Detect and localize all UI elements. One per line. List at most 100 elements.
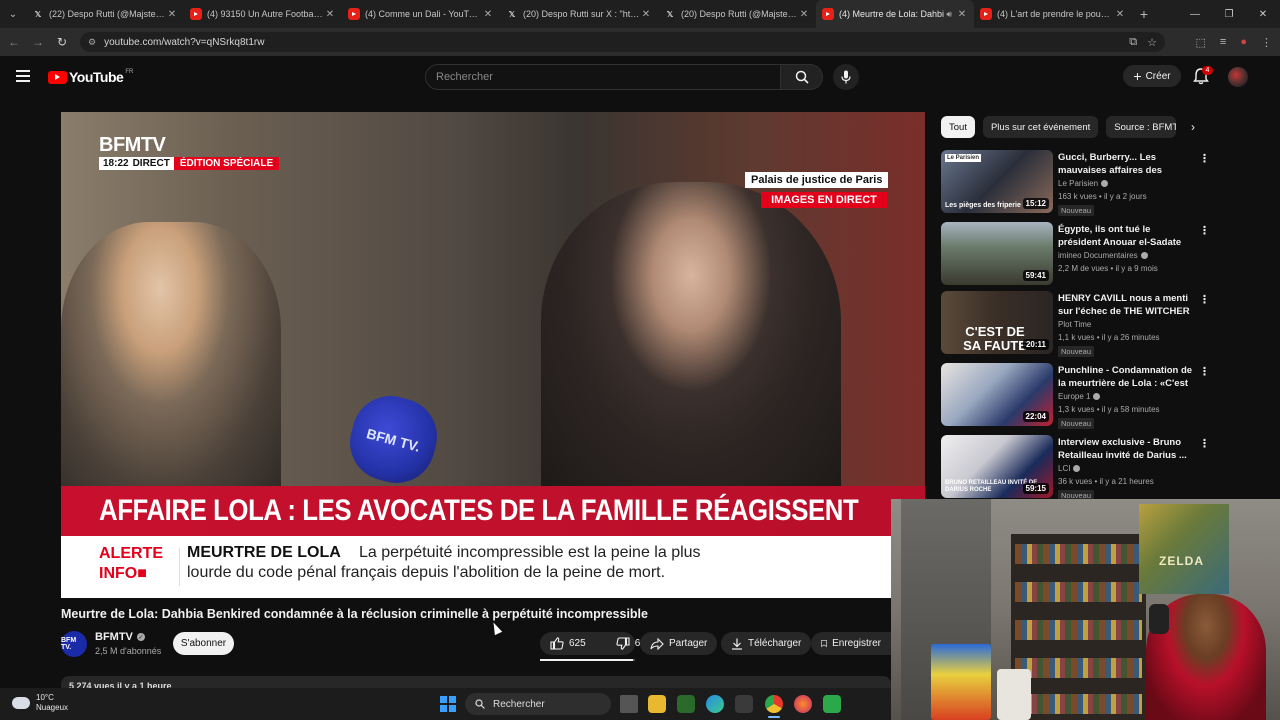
- speaker-icon[interactable]: 🔊︎: [946, 9, 952, 20]
- task-view-icon[interactable]: [620, 695, 638, 713]
- browser-tab-active[interactable]: (4) Meurtre de Lola: Dahbi 🔊︎ ✕: [816, 0, 974, 28]
- recommendation-meta: 163 k vues • il y a 2 jours: [1058, 192, 1147, 201]
- minimize-icon[interactable]: —: [1178, 0, 1212, 28]
- download-button[interactable]: Télécharger: [721, 632, 812, 655]
- recommendation-title[interactable]: Punchline - Condamnation de la meurtrièr…: [1058, 364, 1194, 390]
- search-icon: [795, 70, 809, 84]
- x-logo-icon: 𝕏: [666, 9, 674, 19]
- recommendation-item[interactable]: Le Parisien Les pièges des friperie 15:1…: [941, 150, 1211, 216]
- edge-icon[interactable]: [706, 695, 724, 713]
- tab-close-icon[interactable]: ✕: [166, 9, 178, 20]
- tab-close-icon[interactable]: ✕: [798, 9, 810, 20]
- reload-icon[interactable]: ↻: [50, 35, 74, 49]
- back-icon[interactable]: ←: [2, 35, 26, 49]
- address-bar[interactable]: ⚙︎ youtube.com/watch?v=qNSrkq8t1rw ⧉ ☆: [80, 32, 1165, 52]
- voice-search-button[interactable]: [833, 64, 859, 90]
- xbox-icon[interactable]: [677, 695, 695, 713]
- more-actions-icon[interactable]: ⋮: [1199, 293, 1210, 306]
- install-app-icon[interactable]: ⧉: [1129, 36, 1137, 49]
- recommendation-item[interactable]: BRUNO RETAILLEAU INVITÉ DE DARIUS ROCHE …: [941, 435, 1211, 501]
- recommendation-item[interactable]: 22:04 Punchline - Condamnation de la meu…: [941, 363, 1211, 429]
- browser-tab[interactable]: (4) Comme un Dali - YouTube ✕: [342, 0, 500, 28]
- video-thumbnail[interactable]: 22:04: [941, 363, 1053, 426]
- forward-icon[interactable]: →: [26, 35, 50, 49]
- browser-tab[interactable]: (4) L'art de prendre le pouvoir ✕: [974, 0, 1132, 28]
- search-button[interactable]: [781, 64, 823, 90]
- search-input[interactable]: Rechercher: [425, 64, 781, 90]
- save-button[interactable]: Enregistrer: [811, 632, 891, 655]
- reading-list-icon[interactable]: ≡: [1220, 36, 1226, 49]
- video-thumbnail[interactable]: BRUNO RETAILLEAU INVITÉ DE DARIUS ROCHE …: [941, 435, 1053, 498]
- recommendation-title[interactable]: HENRY CAVILL nous a menti sur l'échec de…: [1058, 292, 1194, 318]
- create-button[interactable]: + Créer: [1123, 65, 1181, 87]
- more-actions-icon[interactable]: ⋮: [1199, 224, 1210, 237]
- chip-source[interactable]: Source : BFMTV: [1106, 116, 1177, 138]
- more-actions-icon[interactable]: ⋮: [1199, 437, 1210, 450]
- like-button[interactable]: 625: [540, 632, 596, 655]
- recommendation-channel[interactable]: Le Parisien: [1058, 179, 1109, 188]
- share-button[interactable]: Partager: [640, 632, 718, 655]
- recommendation-title[interactable]: Interview exclusive - Bruno Retailleau i…: [1058, 436, 1194, 462]
- profile-icon[interactable]: ●: [1240, 36, 1247, 49]
- browser-tab[interactable]: (4) 93150 Un Autre Football Ep ✕: [184, 0, 342, 28]
- video-thumbnail[interactable]: Le Parisien Les pièges des friperie 15:1…: [941, 150, 1053, 213]
- more-actions-icon[interactable]: ⋮: [1199, 365, 1210, 378]
- browser-menu-icon[interactable]: ⋮: [1261, 36, 1272, 49]
- menu-icon[interactable]: [16, 70, 30, 82]
- webcam-overlay: ZELDA: [891, 499, 1280, 720]
- youtube-logo[interactable]: YouTube FR: [48, 69, 133, 85]
- video-duration: 20:11: [1022, 339, 1049, 350]
- browser-tab[interactable]: 𝕏 (22) Despo Rutti (@MajsterOffi ✕: [26, 0, 184, 28]
- maximize-icon[interactable]: ❐: [1212, 0, 1246, 28]
- chrome-icon[interactable]: [765, 695, 783, 713]
- tab-search-dropdown-icon[interactable]: ⌄: [0, 0, 26, 28]
- recommendation-channel[interactable]: imineo Documentaires: [1058, 251, 1148, 260]
- tab-close-icon[interactable]: ✕: [1114, 9, 1126, 20]
- chips-next-chevron-icon[interactable]: ›: [1184, 118, 1202, 136]
- browser-tab[interactable]: 𝕏 (20) Despo Rutti (@MajsterOffi ✕: [658, 0, 816, 28]
- recommendation-channel[interactable]: Plot Time: [1058, 320, 1091, 329]
- windows-start-icon[interactable]: [440, 696, 456, 712]
- channel-avatar[interactable]: BFM TV.: [61, 631, 87, 657]
- alert-line: ALERTE: [99, 545, 163, 562]
- verified-check-icon: [1093, 393, 1101, 400]
- youtube-favicon-icon: [190, 8, 202, 20]
- video-thumbnail[interactable]: 59:41: [941, 222, 1053, 285]
- video-player[interactable]: BFM TV. BFMTV 18:22 DIRECT ÉDITION SPÉCI…: [61, 112, 925, 598]
- tab-close-icon[interactable]: ✕: [956, 9, 968, 20]
- app-icon[interactable]: [823, 695, 841, 713]
- recommendation-channel[interactable]: Europe 1: [1058, 392, 1101, 401]
- video-person-right: [541, 182, 841, 492]
- video-thumbnail[interactable]: C'EST DE SA FAUTE 20:11: [941, 291, 1053, 354]
- microsoft-store-icon[interactable]: [735, 695, 753, 713]
- info-ticker: ALERTE INFO■ MEURTRE DE LOLA La perpétui…: [61, 536, 925, 598]
- tab-close-icon[interactable]: ✕: [324, 9, 336, 20]
- new-tab-icon[interactable]: +: [1132, 6, 1156, 22]
- broadcast-time: 18:22: [99, 157, 133, 170]
- extensions-icon[interactable]: ⬚: [1196, 36, 1206, 49]
- webcam-poster: [1139, 504, 1229, 594]
- tab-close-icon[interactable]: ✕: [640, 9, 652, 20]
- subscribe-button[interactable]: S'abonner: [173, 632, 234, 655]
- youtube-play-icon: [48, 70, 67, 84]
- firefox-icon[interactable]: [794, 695, 812, 713]
- file-explorer-icon[interactable]: [648, 695, 666, 713]
- browser-tab[interactable]: 𝕏 (20) Despo Rutti sur X : "https:/ ✕: [500, 0, 658, 28]
- chip-related-event[interactable]: Plus sur cet événement: [982, 116, 1099, 138]
- recommendation-channel[interactable]: LCI: [1058, 464, 1081, 473]
- recommendation-item[interactable]: 59:41 Égypte, ils ont tué le président A…: [941, 222, 1211, 288]
- chip-all[interactable]: Tout: [941, 116, 975, 138]
- recommendation-title[interactable]: Égypte, ils ont tué le président Anouar …: [1058, 223, 1194, 249]
- close-window-icon[interactable]: ✕: [1246, 0, 1280, 28]
- account-avatar[interactable]: [1228, 67, 1248, 87]
- site-info-icon[interactable]: ⚙︎: [88, 37, 96, 48]
- taskbar-search[interactable]: Rechercher: [465, 693, 611, 715]
- bookmark-star-icon[interactable]: ☆: [1147, 36, 1157, 49]
- recommendation-title[interactable]: Gucci, Burberry... Les mauvaises affaire…: [1058, 151, 1194, 177]
- weather-widget[interactable]: 10°C Nuageux: [12, 693, 68, 713]
- more-actions-icon[interactable]: ⋮: [1199, 152, 1210, 165]
- tab-title: (4) L'art de prendre le pouvoir: [997, 9, 1114, 19]
- tab-close-icon[interactable]: ✕: [482, 9, 494, 20]
- recommendation-item[interactable]: C'EST DE SA FAUTE 20:11 HENRY CAVILL nou…: [941, 291, 1211, 357]
- channel-name-row[interactable]: BFMTV ✓: [95, 631, 145, 643]
